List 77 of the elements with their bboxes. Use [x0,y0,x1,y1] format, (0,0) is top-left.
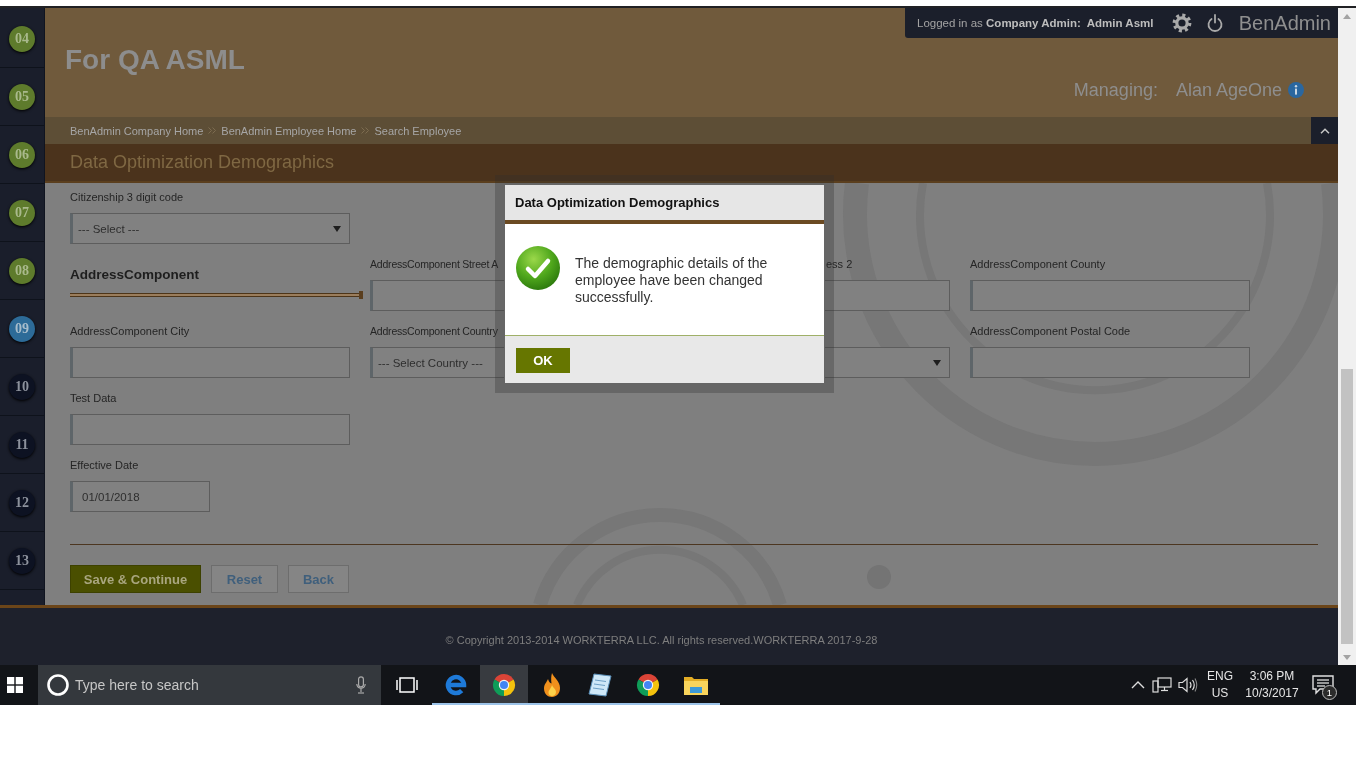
wheel-logo-icon [635,672,661,698]
breadcrumb-link[interactable]: BenAdmin Employee Home [221,124,357,137]
microphone-icon[interactable] [356,676,366,694]
notification-count: 1 [1322,685,1337,700]
managing-name: Alan AgeOne [1175,79,1282,101]
windows-logo-icon [7,677,23,693]
field-label: ess 2 [826,257,853,272]
section-heading: AddressComponent [70,267,199,283]
step-indicator[interactable]: 12 [9,489,35,516]
step-indicator[interactable]: 10 [9,373,35,400]
notification-button[interactable]: 1 [1305,665,1341,705]
search-input[interactable]: Type here to search [75,670,350,700]
managing-label: Managing: [1073,79,1158,101]
dialog-message: The demographic details of the employee have been changed successfully. [575,255,769,306]
dialog-title: Data Optimization Demographics [515,195,720,210]
field-label: AddressComponent City [70,324,190,339]
settings-icon[interactable] [1171,13,1192,33]
folder-icon [683,674,709,696]
input-language[interactable]: ENG [1207,668,1233,685]
date-field[interactable]: 01/01/2018 [70,481,210,512]
network-icon[interactable] [1152,677,1172,693]
ring-icon [47,674,69,696]
app-name: BenAdmin [1238,11,1331,36]
breadcrumb-separator-icon [361,127,370,134]
ok-button[interactable]: OK [516,348,570,373]
caret-up-icon [1319,127,1330,134]
field-label: Test Data [70,391,117,406]
step-indicator[interactable]: 07 [9,199,35,226]
copyright-text: © Copyright 2013-2014 WORKTERRA LLC. All rights reserved.WORKTERRA 2017-9-28 [445,633,878,646]
e-logo-icon [443,672,469,698]
info-icon[interactable] [1288,82,1304,98]
breadcrumb-link[interactable]: Search Employee [374,124,462,137]
text-field[interactable] [825,280,950,311]
field-label: AddressComponent Street A [370,257,499,272]
taskbar-app-button[interactable] [480,665,528,705]
collapse-button[interactable] [1311,117,1338,144]
field-label: AddressComponent Country [370,324,498,339]
power-icon[interactable] [1206,14,1223,32]
login-info: Logged in as Company Admin: Admin Asml [917,17,1154,29]
text-field[interactable] [70,347,350,378]
company-title: For QA ASML [65,44,245,76]
text-field[interactable] [970,347,1250,378]
check-icon [516,246,560,290]
flame-icon [541,672,563,698]
field-label: Citizenship 3 digit code [70,190,184,205]
breadcrumb-separator-icon [208,127,217,134]
select-field[interactable] [825,347,950,378]
step-indicator[interactable]: 11 [9,431,35,458]
step-indicator[interactable]: 09 [9,315,35,342]
select-field[interactable]: --- Select --- [70,213,350,244]
chevron-up-icon[interactable] [1131,681,1145,689]
input-region[interactable]: US [1211,685,1229,702]
notepad-icon [588,673,612,697]
step-indicator[interactable]: 05 [9,83,35,110]
search-box[interactable]: Type here to search [38,665,381,705]
clock-time[interactable]: 3:06 PM [1249,668,1295,685]
save-continue-button[interactable]: Save & Continue [70,565,201,593]
field-label: AddressComponent County [970,257,1106,272]
clock-date[interactable]: 10/3/2017 [1245,685,1299,702]
select-field[interactable]: --- Select Country --- [370,347,504,378]
field-label: Effective Date [70,458,139,473]
step-indicator[interactable]: 13 [9,547,35,574]
task-view-icon [396,676,418,694]
field-label: AddressComponent Postal Code [970,324,1131,339]
dropdown-arrow-icon [333,225,341,232]
dropdown-arrow-icon [933,359,941,366]
text-field[interactable] [970,280,1250,311]
notification-icon [1312,675,1334,695]
step-indicator[interactable]: 04 [9,25,35,52]
speaker-icon[interactable] [1178,677,1198,693]
text-field[interactable] [370,280,504,311]
wheel-logo-icon [491,672,517,698]
scrollbar-thumb[interactable] [1341,369,1353,644]
breadcrumb-link[interactable]: BenAdmin Company Home [70,124,204,137]
step-indicator[interactable]: 08 [9,257,35,284]
text-field[interactable] [70,414,350,445]
step-indicator[interactable]: 06 [9,141,35,168]
